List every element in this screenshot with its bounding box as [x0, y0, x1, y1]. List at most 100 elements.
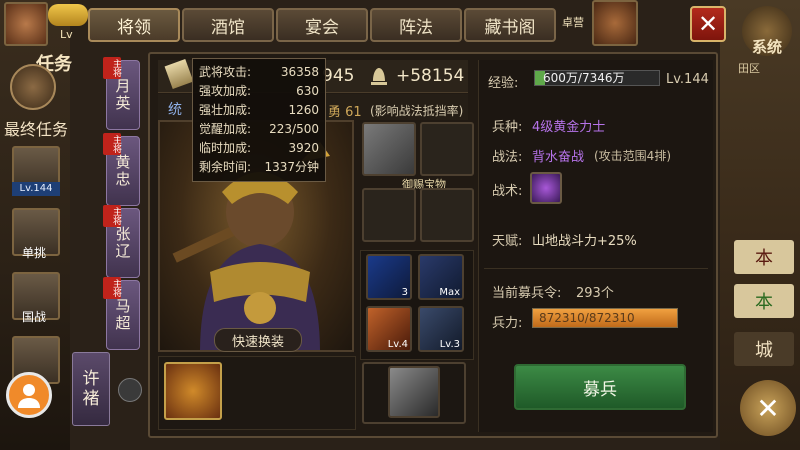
user-avatar-icon[interactable] — [6, 372, 52, 418]
hero-tab-name-bottom: 褚 — [82, 389, 100, 409]
treasure-slot-2[interactable] — [420, 188, 474, 242]
talent-value: 山地战斗力+25% — [532, 234, 637, 249]
troop-label: 兵种: — [492, 120, 523, 135]
skill-level: Max — [439, 287, 460, 298]
close-circle-icon[interactable]: ✕ — [740, 380, 796, 436]
talent-label: 天赋: — [492, 234, 523, 249]
tooltip-label: 剩余时间: — [199, 160, 252, 174]
hero-tab-name-top: 张 — [115, 225, 131, 243]
tactic-label: 战法: — [492, 150, 523, 165]
player-level-prefix: Lv — [60, 28, 73, 41]
tooltip-value: 1260 — [288, 103, 319, 117]
rival-avatar[interactable] — [592, 0, 638, 46]
tooltip-value: 630 — [296, 84, 319, 98]
close-button[interactable]: ✕ — [690, 6, 726, 42]
art-label: 战术: — [492, 184, 523, 199]
tab-formation[interactable]: 阵法 — [370, 8, 462, 42]
hero-tab-name-top: 黄 — [115, 153, 131, 171]
divider — [484, 268, 708, 269]
role-badge: 主将 — [103, 57, 121, 79]
tooltip-value: 3920 — [288, 141, 319, 155]
hero-tab-xuchu-selected[interactable]: 许 褚 — [72, 352, 110, 426]
role-badge: 主将 — [103, 277, 121, 299]
tooltip-label: 强壮加成: — [199, 103, 252, 117]
skill-level: Lv.3 — [439, 339, 460, 350]
yong-note: (影响战法抵挡率) — [370, 104, 464, 118]
hero-tab-huangzhong[interactable]: 主将 黄 忠 — [103, 133, 140, 206]
side-button-3[interactable]: 城 — [734, 332, 794, 366]
side-button-2[interactable]: 本 — [734, 284, 794, 318]
gold-ingot-icon — [48, 4, 88, 26]
skill-level: Lv.4 — [387, 339, 408, 350]
tooltip-row: 临时加成: 3920 — [199, 139, 319, 158]
yong-label: 勇 61 — [328, 105, 362, 120]
power-bonus: +58154 — [396, 66, 465, 86]
quest-npc-avatar[interactable] — [10, 64, 56, 110]
tong-label: 统 — [168, 102, 182, 118]
tactic-gem-icon[interactable] — [530, 172, 562, 204]
camp-label: 卓营 — [562, 16, 584, 29]
hero-tab-name-bottom: 忠 — [115, 170, 131, 188]
tooltip-row: 强壮加成: 1260 — [199, 101, 319, 120]
helmet-icon — [368, 64, 390, 86]
attack-tooltip: 武将攻击: 36358 强攻加成: 630 强壮加成: 1260 觉醒加成: 223/5… — [192, 58, 326, 182]
recruit-button[interactable]: 募兵 — [514, 364, 686, 410]
hero-tab-name-top: 许 — [82, 369, 100, 389]
treasure-slot-1[interactable] — [362, 188, 416, 242]
skill-slot-1[interactable]: 3 — [366, 254, 412, 300]
tab-library[interactable]: 藏书阁 — [464, 8, 556, 42]
tiger-mount-slot[interactable] — [164, 362, 222, 420]
tooltip-row: 武将攻击: 36358 — [199, 63, 319, 82]
system-label[interactable]: 系统 — [752, 36, 782, 57]
tooltip-row: 觉醒加成: 223/500 — [199, 120, 319, 139]
hero-tab-name-bottom: 英 — [115, 94, 131, 112]
recruit-token-value: 293个 — [576, 286, 614, 301]
final-quest-label[interactable]: 最终任务 — [4, 116, 68, 140]
hero-tab-name-bottom: 超 — [115, 314, 131, 332]
player-avatar[interactable] — [4, 2, 48, 46]
tooltip-label: 临时加成: — [199, 141, 252, 155]
tooltip-row: 强攻加成: 630 — [199, 82, 319, 101]
tooltip-value: 1337分钟 — [264, 160, 319, 174]
hero-level-badge: Lv.144 — [12, 182, 60, 196]
tab-banquet[interactable]: 宴会 — [276, 8, 368, 42]
compass-icon[interactable] — [118, 378, 142, 402]
tooltip-label: 觉醒加成: — [199, 122, 252, 136]
hero-name-2: 国战 — [22, 310, 47, 324]
tooltip-label: 强攻加成: — [199, 84, 252, 98]
recruit-token-label: 当前募兵令: — [492, 286, 562, 301]
exp-label: 经验: — [488, 76, 519, 91]
skill-slot-3[interactable]: Lv.4 — [366, 306, 412, 352]
force-bar: 872310/872310 — [532, 308, 678, 328]
tooltip-value: 36358 — [280, 65, 319, 79]
hero-tab-yueying[interactable]: 主将 月 英 — [103, 57, 140, 130]
hero-name-1: 单挑 — [22, 246, 47, 260]
tooltip-label: 武将攻击: — [199, 65, 252, 79]
quick-swap-button[interactable]: 快速换装 — [214, 328, 302, 352]
region-label: 田区 — [738, 62, 760, 75]
tooltip-row: 剩余时间: 1337分钟 — [199, 158, 319, 177]
tactic-note: (攻击范围4排) — [594, 149, 671, 163]
hero-tab-machao[interactable]: 主将 马 超 — [103, 277, 140, 350]
skill-slot-4[interactable]: Lv.3 — [418, 306, 464, 352]
crossed-swords-slot[interactable] — [388, 366, 440, 418]
tactic-value: 背水奋战 — [532, 150, 585, 165]
role-badge: 主将 — [103, 205, 121, 227]
skill-slot-2[interactable]: Max — [418, 254, 464, 300]
tooltip-value: 223/500 — [269, 122, 319, 136]
skill-level: 3 — [401, 287, 408, 298]
hero-tab-zhangliao[interactable]: 主将 张 辽 — [103, 205, 140, 278]
equipment-slot-1[interactable] — [362, 122, 416, 176]
equipment-slot-2[interactable] — [420, 122, 474, 176]
tab-tavern[interactable]: 酒馆 — [182, 8, 274, 42]
hero-tab-name-top: 月 — [115, 77, 131, 95]
force-label: 兵力: — [492, 316, 523, 331]
role-badge: 主将 — [103, 133, 121, 155]
side-button-1[interactable]: 本 — [734, 240, 794, 274]
exp-value: 600万/7346万 — [543, 71, 625, 85]
power-partial: 945 — [322, 66, 355, 86]
tab-generals[interactable]: 将领 — [88, 8, 180, 42]
exp-bar: 600万/7346万 — [534, 70, 660, 86]
hero-tab-name-top: 马 — [115, 297, 131, 315]
hero-tab-name-bottom: 辽 — [115, 242, 131, 260]
